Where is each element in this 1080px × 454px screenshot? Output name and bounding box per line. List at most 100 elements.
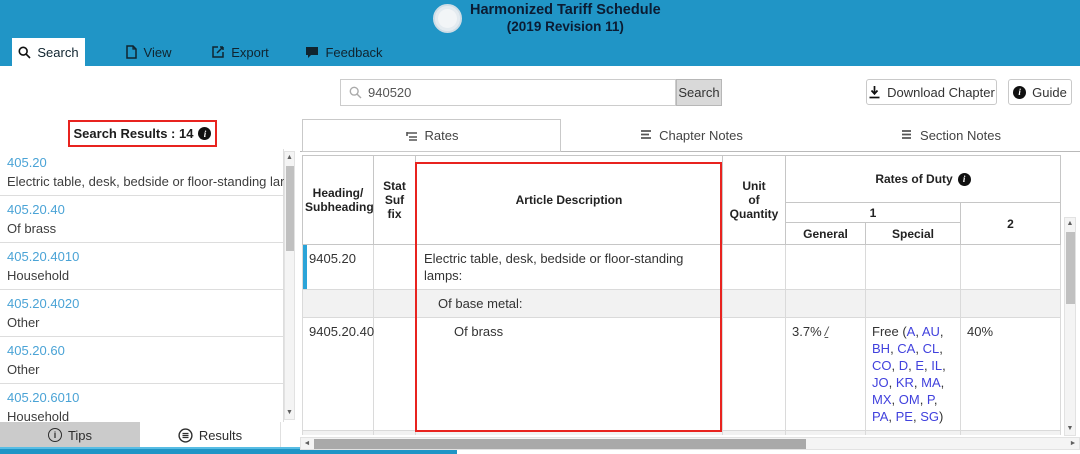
result-code-link[interactable]: 405.20.6010: [7, 388, 275, 407]
country-code-link[interactable]: MA: [921, 375, 941, 390]
top-header: Harmonized Tariff Schedule (2019 Revisio…: [0, 0, 1080, 38]
country-code-link[interactable]: KR: [896, 375, 914, 390]
tab-chapter-notes[interactable]: Chapter Notes: [561, 119, 821, 151]
scroll-down-icon[interactable]: ▼: [285, 408, 294, 418]
scroll-up-icon[interactable]: ▲: [285, 153, 294, 163]
results-label: Results: [199, 428, 242, 443]
country-code-link[interactable]: CO: [872, 358, 892, 373]
country-code-link[interactable]: IL: [931, 358, 942, 373]
tab-section-notes-label: Section Notes: [920, 128, 1001, 143]
tab-rates[interactable]: Rates: [302, 119, 561, 152]
scroll-down-icon[interactable]: ▼: [1065, 424, 1075, 434]
cell-rate-general: [786, 290, 866, 318]
nav-tab-label: Feedback: [325, 45, 382, 60]
search-result-item[interactable]: 405.20.4010Household: [0, 242, 284, 290]
tab-rates-label: Rates: [425, 128, 459, 143]
scroll-right-icon[interactable]: ►: [1067, 438, 1079, 449]
rates-info-icon[interactable]: i: [958, 173, 971, 186]
footnote-link[interactable]: /: [825, 324, 829, 339]
feedback-bubble-icon: [305, 46, 319, 59]
result-description: Other: [7, 360, 275, 379]
page-title-line2: (2019 Revision 11): [470, 19, 661, 34]
export-edit-icon: [211, 45, 225, 59]
cell-rate-special: [866, 290, 961, 318]
search-results-count: Search Results : 14: [74, 126, 194, 141]
search-result-item[interactable]: 405.20Electric table, desk, bedside or f…: [0, 149, 284, 196]
result-description: Household: [7, 407, 275, 422]
scrollbar-thumb[interactable]: [286, 166, 294, 251]
scroll-up-icon[interactable]: ▲: [1065, 219, 1075, 229]
results-info-icon[interactable]: i: [198, 127, 211, 140]
result-code-link[interactable]: 405.20: [7, 153, 275, 172]
country-code-link[interactable]: D: [899, 358, 908, 373]
country-code-link[interactable]: SG: [920, 409, 939, 424]
country-code-link[interactable]: PA: [872, 409, 888, 424]
country-code-link[interactable]: PE: [896, 409, 913, 424]
results-tab[interactable]: Results: [140, 422, 281, 448]
table-row[interactable]: 10HouseholdNo.: [303, 431, 1061, 436]
download-chapter-button[interactable]: Download Chapter: [866, 79, 997, 105]
tab-section-notes[interactable]: Section Notes: [821, 119, 1080, 151]
content-tab-bar: Rates Chapter Notes Section Notes: [300, 119, 1080, 152]
search-result-item[interactable]: 405.20.40Of brass: [0, 195, 284, 243]
country-code-link[interactable]: BH: [872, 341, 890, 356]
country-code-link[interactable]: A: [907, 324, 916, 339]
country-code-link[interactable]: MX: [872, 392, 892, 407]
search-result-item[interactable]: 405.20.6010Household: [0, 383, 284, 422]
result-description: Of brass: [7, 219, 275, 238]
nav-tab-search[interactable]: Search: [12, 38, 85, 66]
table-horizontal-scrollbar[interactable]: ◄ ►: [300, 437, 1080, 450]
nav-tab-label: Export: [231, 45, 269, 60]
cell-stat-suffix: [374, 318, 416, 431]
rates-of-duty-label: Rates of Duty: [875, 172, 952, 186]
table-row[interactable]: 9405.20Electric table, desk, bedside or …: [303, 245, 1061, 290]
tips-tab[interactable]: i Tips: [0, 422, 140, 448]
result-description: Electric table, desk, bedside or floor-s…: [7, 172, 275, 191]
annotation-box-search-results: Search Results : 14 i: [68, 120, 217, 147]
cell-article-description: Of base metal:: [416, 290, 723, 318]
country-code-link[interactable]: P: [927, 392, 934, 407]
col-header-article-description: Article Description: [416, 156, 723, 245]
result-code-link[interactable]: 405.20.4010: [7, 247, 275, 266]
notes-lines-icon: [639, 129, 652, 141]
table-row[interactable]: Of base metal:: [303, 290, 1061, 318]
cell-rate-special: [866, 245, 961, 290]
nav-tab-view[interactable]: View: [110, 38, 186, 66]
cell-stat-suffix[interactable]: 10: [374, 431, 416, 436]
results-scrollbar[interactable]: ▲ ▼: [284, 151, 295, 420]
nav-tab-export[interactable]: Export: [200, 38, 280, 66]
country-code-link[interactable]: E: [915, 358, 924, 373]
scroll-left-icon[interactable]: ◄: [301, 438, 313, 449]
table-vertical-scrollbar[interactable]: ▲ ▼: [1064, 217, 1076, 436]
nav-tab-feedback[interactable]: Feedback: [296, 38, 392, 66]
sort-lines-icon: [405, 130, 418, 142]
nav-tab-bar: Search View Export Feedback: [0, 38, 1080, 66]
cell-rate-2: [961, 431, 1061, 436]
hts-app-window: Harmonized Tariff Schedule (2019 Revisio…: [0, 0, 1080, 454]
scrollbar-thumb[interactable]: [314, 439, 806, 449]
result-description: Household: [7, 266, 275, 285]
cell-rate-general: [786, 245, 866, 290]
search-input-icon: [349, 86, 362, 99]
search-result-item[interactable]: 405.20.4020Other: [0, 289, 284, 337]
search-result-item[interactable]: 405.20.60Other: [0, 336, 284, 384]
result-code-link[interactable]: 405.20.60: [7, 341, 275, 360]
result-code-link[interactable]: 405.20.40: [7, 200, 275, 219]
country-code-link[interactable]: CL: [923, 341, 940, 356]
cell-unit-of-quantity: No.: [723, 431, 786, 436]
search-input[interactable]: [368, 85, 628, 100]
scrollbar-thumb[interactable]: [1066, 232, 1075, 304]
search-button[interactable]: Search: [676, 79, 722, 106]
cell-heading-subheading: 9405.20: [303, 245, 374, 290]
result-code-link[interactable]: 405.20.4020: [7, 294, 275, 313]
country-code-link[interactable]: OM: [899, 392, 920, 407]
download-chapter-label: Download Chapter: [887, 85, 995, 100]
table-row[interactable]: 9405.20.40Of brass3.7%/Free (A, AU, BH, …: [303, 318, 1061, 431]
country-code-link[interactable]: AU: [922, 324, 940, 339]
guide-button[interactable]: i Guide: [1008, 79, 1072, 105]
page-title: Harmonized Tariff Schedule (2019 Revisio…: [470, 2, 661, 34]
cell-stat-suffix: [374, 245, 416, 290]
country-code-link[interactable]: JO: [872, 375, 889, 390]
cell-article-description: Household: [416, 431, 723, 436]
country-code-link[interactable]: CA: [897, 341, 915, 356]
